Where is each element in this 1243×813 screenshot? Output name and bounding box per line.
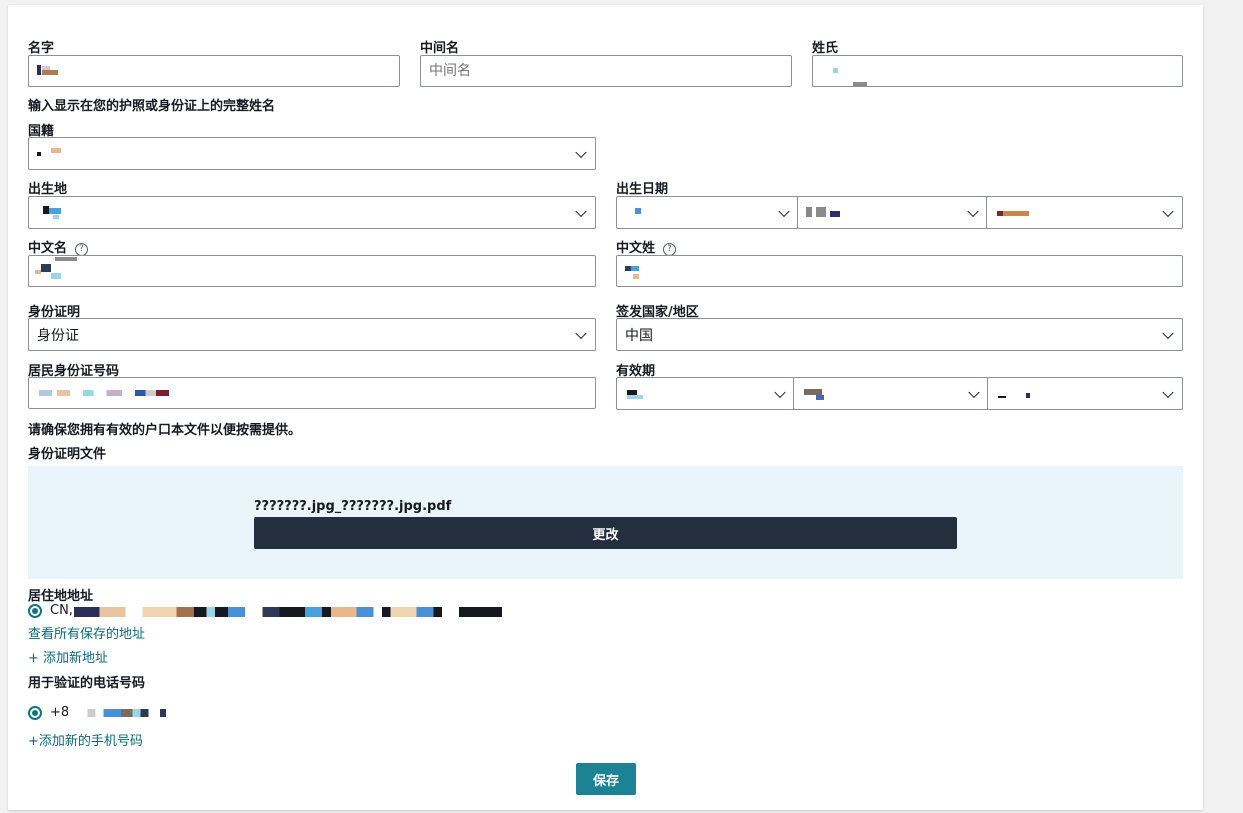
chevron-down-icon [575, 146, 587, 158]
birth-date-label: 出生日期 [616, 182, 669, 197]
first-name-label: 名字 [28, 41, 55, 56]
chevron-down-icon [575, 205, 587, 217]
profile-form-panel: 名字 中间名 姓氏 输入显示在您的护照或身份证上的完整姓名 国籍 出生地 出生日… [8, 5, 1203, 810]
nationality-select[interactable] [28, 137, 596, 170]
address-radio-selected[interactable] [28, 604, 42, 618]
chevron-down-icon [1162, 327, 1174, 339]
middle-name-label: 中间名 [420, 41, 460, 56]
chevron-down-icon [774, 386, 786, 398]
issuing-country-value: 中国 [625, 327, 653, 344]
phone-value-redacted [68, 709, 166, 717]
add-new-address-link[interactable]: + 添加新地址 [28, 647, 108, 666]
phone-value-prefix: +8 [50, 705, 70, 720]
chinese-surname-input[interactable] [616, 255, 1183, 287]
chevron-down-icon [967, 205, 979, 217]
save-button[interactable]: 保存 [576, 763, 636, 795]
chinese-given-name-label: 中文名? [28, 237, 89, 256]
name-hint: 输入显示在您的护照或身份证上的完整姓名 [28, 99, 276, 114]
chevron-down-icon [1162, 386, 1174, 398]
chevron-down-icon [968, 386, 980, 398]
last-name-input[interactable] [812, 55, 1183, 87]
expiry-year-select[interactable] [987, 377, 1183, 410]
id-document-file-name: ???????.jpg_???????.jpg.pdf [254, 499, 452, 514]
birth-year-select[interactable] [986, 196, 1183, 229]
id-type-select[interactable]: 身份证 [28, 318, 596, 351]
last-name-label: 姓氏 [812, 41, 839, 56]
chinese-surname-label: 中文姓? [616, 237, 677, 256]
chevron-down-icon [575, 327, 587, 339]
middle-name-field[interactable] [421, 56, 791, 86]
view-saved-addresses-link[interactable]: 查看所有保存的地址 [28, 623, 145, 642]
chinese-given-name-label-text: 中文名 [28, 241, 68, 256]
id-type-value: 身份证 [37, 327, 79, 344]
chinese-surname-label-text: 中文姓 [616, 241, 656, 256]
phone-label: 用于验证的电话号码 [28, 676, 146, 691]
phone-radio-selected[interactable] [28, 706, 42, 720]
first-name-input[interactable] [28, 55, 400, 87]
birth-month-select[interactable] [797, 196, 988, 229]
id-document-label: 身份证明文件 [28, 447, 107, 462]
birth-day-select[interactable] [616, 196, 799, 229]
id-number-input[interactable] [28, 377, 596, 409]
birthplace-select[interactable] [28, 196, 596, 229]
address-value-redacted [74, 607, 502, 617]
add-new-phone-link[interactable]: +添加新的手机号码 [28, 730, 143, 749]
expiry-day-select[interactable] [616, 377, 795, 410]
birthplace-label: 出生地 [28, 182, 68, 197]
issuing-country-select[interactable]: 中国 [616, 318, 1183, 351]
chevron-down-icon [778, 205, 790, 217]
hukou-note: 请确保您拥有有效的户口本文件以便按需提供。 [28, 423, 302, 438]
address-label: 居住地地址 [28, 589, 94, 604]
chevron-down-icon [1162, 205, 1174, 217]
address-value-prefix: CN, [50, 603, 73, 618]
expiry-month-select[interactable] [793, 377, 989, 410]
chinese-given-name-input[interactable] [28, 255, 596, 287]
middle-name-input[interactable] [420, 55, 792, 87]
change-document-button[interactable]: 更改 [254, 517, 957, 549]
